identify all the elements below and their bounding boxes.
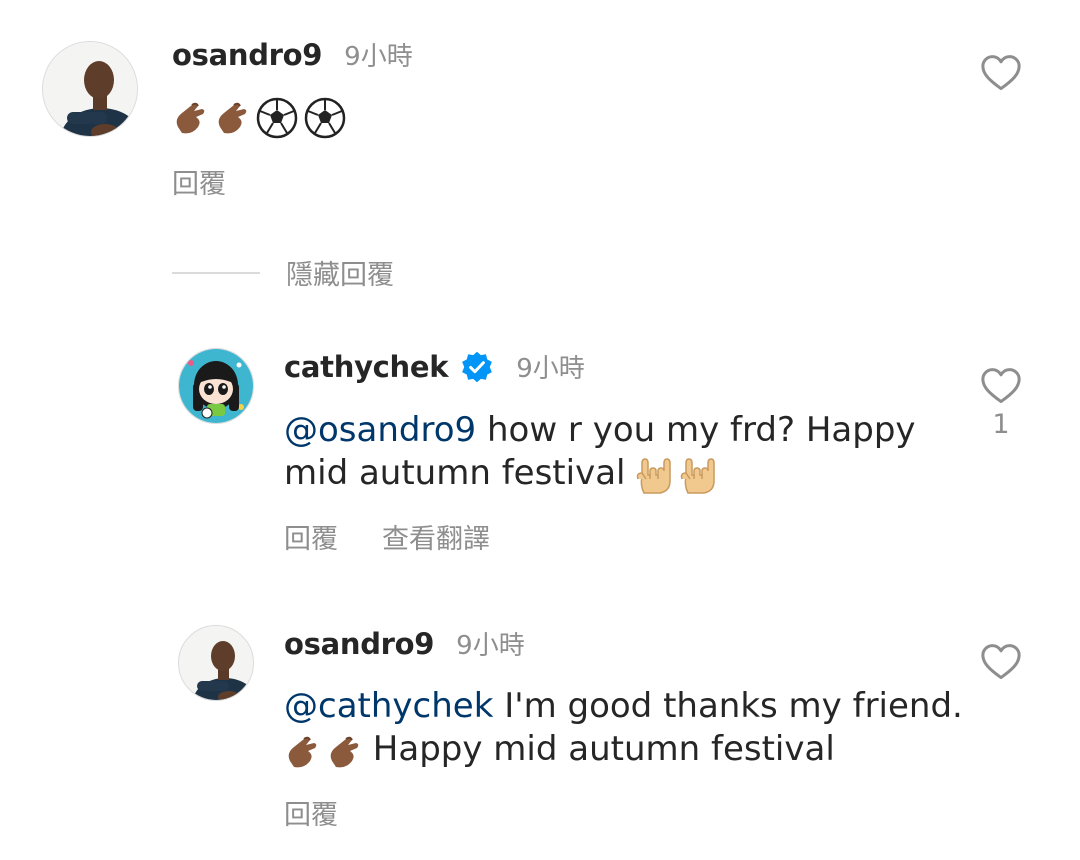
avatar-photo-osandro9 [179, 626, 253, 700]
call-me-hand-emoji [172, 97, 208, 139]
soccer-ball-emoji [256, 97, 298, 139]
username[interactable]: cathychek [284, 350, 449, 384]
comment-text: @osandro9 how r you my frd? Happy mid au… [284, 409, 944, 495]
like-button[interactable]: 1 [980, 367, 1022, 440]
heart-icon [981, 55, 1021, 91]
like-button[interactable] [980, 54, 1022, 92]
like-button[interactable] [980, 643, 1022, 681]
call-me-hand-emoji [326, 731, 362, 771]
comment-actions: 回覆 [172, 162, 270, 201]
comment-actions: 回覆 [284, 793, 382, 832]
heart-icon [981, 368, 1021, 404]
username[interactable]: osandro9 [172, 38, 322, 72]
love-you-gesture-emoji [636, 455, 674, 495]
comment-header: osandro9 9小時 [172, 36, 413, 73]
see-translation-button[interactable]: 查看翻譯 [382, 517, 490, 556]
timestamp: 9小時 [456, 631, 525, 661]
mention-link[interactable]: @osandro9 [284, 410, 476, 450]
emoji-group [636, 455, 718, 495]
comment-header: cathychek 9小時 [284, 348, 585, 385]
comment-text-line2: mid autumn festival [284, 453, 637, 493]
call-me-hand-emoji [284, 731, 320, 771]
comment-text-line2: Happy mid autumn festival [362, 729, 835, 769]
reply-button[interactable]: 回覆 [284, 517, 338, 556]
call-me-hand-emoji [214, 97, 250, 139]
timestamp: 9小時 [516, 354, 585, 384]
emoji-group [284, 731, 362, 771]
reply-button[interactable]: 回覆 [172, 162, 226, 201]
comment-text-line1: I'm good thanks my friend. [493, 686, 963, 726]
emoji-group [172, 97, 346, 139]
avatar[interactable] [42, 41, 138, 137]
comment-actions: 回覆 查看翻譯 [284, 517, 534, 556]
love-you-gesture-emoji [680, 455, 718, 495]
soccer-ball-emoji [304, 97, 346, 139]
comment-text: @cathychek I'm good thanks my friend. Ha… [284, 685, 964, 771]
heart-icon [981, 644, 1021, 680]
avatar-illustration-cathychek [179, 349, 253, 423]
hide-replies-toggle[interactable]: 隱藏回覆 [172, 253, 394, 292]
username[interactable]: osandro9 [284, 627, 434, 661]
avatar-photo-osandro9 [43, 42, 137, 136]
reply-button[interactable]: 回覆 [284, 793, 338, 832]
avatar[interactable] [178, 625, 254, 701]
like-count: 1 [992, 409, 1010, 440]
comment-text-line1: how r you my frd? Happy [476, 410, 916, 450]
hide-replies-label[interactable]: 隱藏回覆 [286, 253, 394, 292]
comments-thread: osandro9 9小時 回覆 隱藏回覆 cathychek 9小時 @osan… [0, 0, 1080, 860]
divider [172, 271, 260, 274]
mention-link[interactable]: @cathychek [284, 686, 493, 726]
verified-badge-icon [460, 350, 494, 384]
timestamp: 9小時 [344, 42, 413, 72]
comment-text [172, 95, 346, 139]
avatar[interactable] [178, 348, 254, 424]
comment-header: osandro9 9小時 [284, 625, 525, 662]
